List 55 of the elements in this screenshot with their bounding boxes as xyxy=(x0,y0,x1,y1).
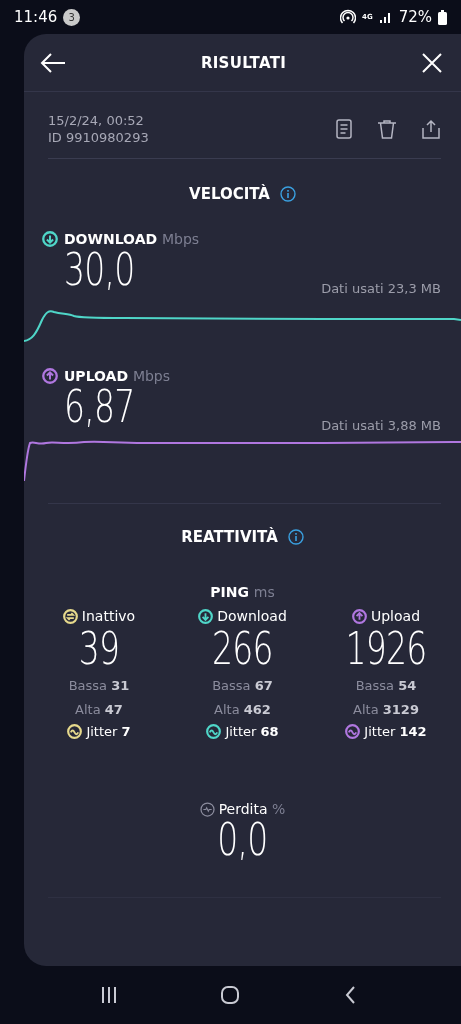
trash-icon xyxy=(377,119,397,139)
home-icon xyxy=(220,985,241,1005)
test-label: DOWNLOAD Mbps xyxy=(64,231,200,247)
close-icon xyxy=(421,51,443,74)
wave-icon xyxy=(345,724,361,739)
speed-value: 6,87 xyxy=(64,384,135,430)
clock: 11:46 xyxy=(14,8,58,26)
info-button[interactable] xyxy=(279,186,296,202)
battery-icon xyxy=(438,9,447,25)
data-used: Dati usati 23,3 MB xyxy=(321,281,441,296)
test-label: UPLOAD Mbps xyxy=(64,368,171,384)
section-title: VELOCITÀ xyxy=(189,185,270,203)
info-icon xyxy=(279,186,296,202)
hotspot-icon xyxy=(340,9,357,25)
document-button[interactable] xyxy=(335,119,353,139)
high-value: Alta 462 xyxy=(214,701,271,719)
info-icon xyxy=(287,529,304,545)
info-button[interactable] xyxy=(287,529,304,545)
ping-label: PING ms xyxy=(210,584,275,600)
loss-value: 0,0 xyxy=(217,817,268,863)
ping-type-label: Inattivo xyxy=(81,608,136,624)
jitter-value: Jitter 7 xyxy=(86,724,131,739)
close-button[interactable] xyxy=(421,51,443,74)
ping-type-label: Upload xyxy=(370,608,421,624)
data-used: Dati usati 3,88 MB xyxy=(321,418,441,433)
loss-label: Perdita % xyxy=(218,801,286,817)
low-value: Bassa 31 xyxy=(68,677,130,695)
section-title: REATTIVITÀ xyxy=(181,528,278,546)
pulse-icon xyxy=(199,801,215,817)
low-value: Bassa 54 xyxy=(355,677,417,695)
result-date: 15/2/24, 00:52 xyxy=(48,112,145,129)
ping-value: 1926 xyxy=(345,626,427,672)
jitter-value: Jitter 68 xyxy=(225,724,279,739)
speed-value: 30,0 xyxy=(64,247,135,293)
ping-value: 266 xyxy=(212,626,273,672)
back-button[interactable] xyxy=(40,51,66,74)
high-value: Alta 3129 xyxy=(353,701,419,719)
delete-button[interactable] xyxy=(377,119,397,139)
signal-icon xyxy=(378,10,393,24)
home-button[interactable] xyxy=(220,985,241,1005)
share-button[interactable] xyxy=(421,119,441,139)
document-icon xyxy=(335,119,353,139)
result-id: ID 9910980293 xyxy=(48,129,150,146)
ping-value: 39 xyxy=(78,626,120,672)
notification-badge: 3 xyxy=(63,8,81,26)
share-icon xyxy=(421,119,441,139)
wave-icon xyxy=(67,724,83,739)
screen-title: RISULTATI xyxy=(200,53,287,72)
high-value: Alta 47 xyxy=(75,701,123,719)
back-arrow-icon xyxy=(40,51,66,74)
low-value: Bassa 67 xyxy=(212,677,273,695)
wave-icon xyxy=(206,724,222,739)
ping-type-label: Download xyxy=(217,608,287,624)
battery-level: 72% xyxy=(398,8,432,26)
jitter-value: Jitter 142 xyxy=(364,724,427,739)
